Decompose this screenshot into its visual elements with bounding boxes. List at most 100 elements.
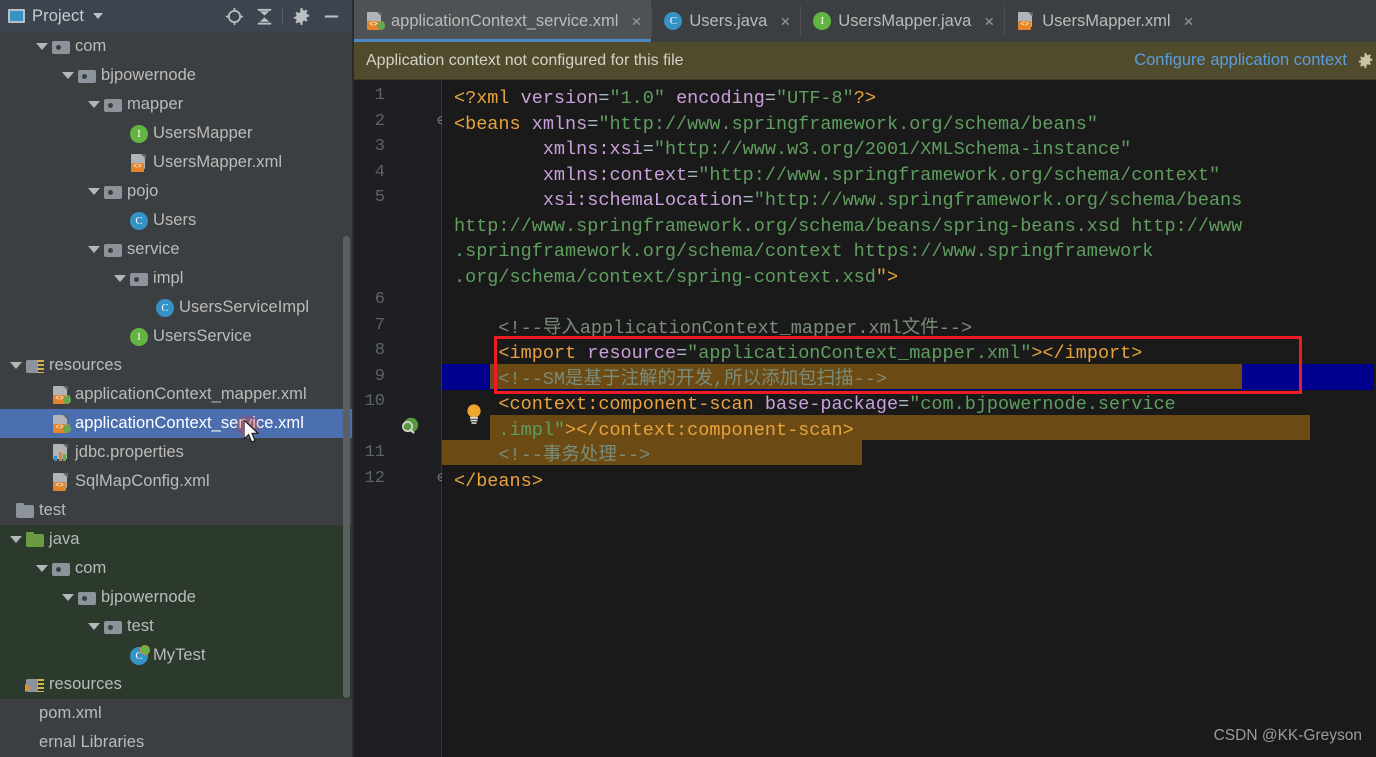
chevron-down-icon[interactable]: [62, 72, 74, 79]
tree-item-label: MyTest: [153, 646, 206, 664]
gear-icon[interactable]: [286, 1, 316, 31]
editor-tab-users-java[interactable]: C Users.java ×: [652, 0, 800, 42]
tree-item-label: com: [75, 37, 107, 55]
project-panel-title-group[interactable]: Project: [8, 7, 219, 26]
code-line: .springframework.org/schema/context http…: [454, 239, 1153, 265]
editor-tab-usersmapper-java[interactable]: I UsersMapper.java ×: [801, 0, 1004, 42]
tree-item-label: bjpowernode: [101, 66, 197, 84]
code-token: resource: [587, 343, 677, 364]
chevron-down-icon[interactable]: [88, 246, 100, 253]
tree-item-mytest[interactable]: C MyTest: [0, 641, 352, 670]
tree-item-label: java: [49, 530, 80, 548]
code-editor[interactable]: 123456789101112⊖⊖ <?xml version="1.0" en…: [354, 80, 1376, 757]
tree-item-applicationcontext-service-xml[interactable]: <> applicationContext_service.xml: [0, 409, 352, 438]
code-token: </beans>: [454, 470, 543, 492]
code-token: base-package: [764, 394, 899, 415]
chevron-down-icon[interactable]: [93, 13, 104, 19]
chevron-down-icon[interactable]: [36, 43, 48, 50]
code-token: "1.0": [609, 88, 665, 109]
line-number: 9: [374, 366, 385, 386]
chevron-down-icon[interactable]: [88, 188, 100, 195]
tree-item-applicationcontext-mapper-xml[interactable]: <> applicationContext_mapper.xml: [0, 380, 352, 409]
tree-item-usersmapper[interactable]: I UsersMapper: [0, 119, 352, 148]
tree-item-label: bjpowernode: [101, 588, 197, 606]
tree-item-pom-xml[interactable]: pom.xml: [0, 699, 352, 728]
notification-actions: Configure application context: [1134, 51, 1376, 70]
tab-label: applicationContext_service.xml: [391, 11, 619, 30]
collapse-all-icon[interactable]: [249, 1, 279, 31]
code-token: =: [687, 164, 699, 186]
project-panel-toolbar: [219, 1, 346, 31]
chevron-down-icon[interactable]: [62, 594, 74, 601]
tree-item-mapper[interactable]: mapper: [0, 90, 352, 119]
editor-gutter[interactable]: 123456789101112⊖⊖: [354, 80, 447, 757]
crosshair-locate-icon[interactable]: [219, 1, 249, 31]
code-token: <beans: [454, 113, 532, 135]
tree-item-bjpowernode[interactable]: bjpowernode: [0, 61, 352, 90]
chevron-down-icon[interactable]: [36, 565, 48, 572]
tree-item-sqlmapconfig-xml[interactable]: <> SqlMapConfig.xml: [0, 467, 352, 496]
configure-application-context-link[interactable]: Configure application context: [1134, 51, 1347, 70]
tree-item-users[interactable]: C Users: [0, 206, 352, 235]
tree-item-test[interactable]: test: [0, 612, 352, 641]
code-line: .impl"></context:component-scan>: [454, 418, 853, 444]
package-folder-icon: [104, 96, 122, 114]
tree-item-com[interactable]: com: [0, 32, 352, 61]
project-tree[interactable]: com bjpowernode mapper I UsersMapper <> UsersM…: [0, 32, 352, 757]
tree-item-usersservice[interactable]: I UsersService: [0, 322, 352, 351]
chevron-down-icon[interactable]: [88, 623, 100, 630]
project-icon: [8, 9, 25, 23]
package-folder-icon: [52, 560, 70, 578]
line-number: 10: [364, 392, 385, 411]
tree-item-label: Users: [153, 211, 197, 229]
code-token: xmlns:xsi: [542, 139, 643, 160]
watermark-text: CSDN @KK-Greyson: [1213, 727, 1362, 744]
source-folder-icon: [26, 531, 44, 549]
tree-item-jdbc-properties[interactable]: jdbc.properties: [0, 438, 352, 467]
lightbulb-icon[interactable]: [464, 403, 486, 425]
tree-item-pojo[interactable]: pojo: [0, 177, 352, 206]
code-token: "com.bjpowernode.service: [909, 394, 1176, 415]
code-line: <!--SM是基于注解的开发,所以添加包扫描-->: [454, 367, 887, 393]
tree-item-bjpowernode[interactable]: bjpowernode: [0, 583, 352, 612]
tab-close-icon[interactable]: ×: [631, 13, 641, 30]
tree-item-resources[interactable]: resources: [0, 351, 352, 380]
minimize-icon[interactable]: [316, 1, 346, 31]
project-tree-scrollbar[interactable]: [343, 236, 350, 698]
code-token: http://www.springframework.org/schema/be…: [454, 215, 1243, 237]
tree-item-label: test: [39, 501, 66, 519]
code-token: .springframework.org/schema/context http…: [454, 241, 1154, 262]
notification-gear-icon[interactable]: [1357, 52, 1374, 69]
chevron-down-icon[interactable]: [10, 536, 22, 543]
editor-tab-applicationcontext-service-xml[interactable]: <> applicationContext_service.xml ×: [354, 0, 652, 42]
tree-item-impl[interactable]: impl: [0, 264, 352, 293]
tree-item-usersmapper-xml[interactable]: <> UsersMapper.xml: [0, 148, 352, 177]
tree-item-resources[interactable]: resources: [0, 670, 352, 699]
code-line: <?xml version="1.0" encoding="UTF-8"?>: [454, 86, 876, 112]
code-token: =: [742, 190, 754, 211]
package-folder-icon: [52, 38, 70, 56]
tab-close-icon[interactable]: ×: [984, 13, 994, 30]
tree-item-com[interactable]: com: [0, 554, 352, 583]
code-token: ></import>: [1031, 343, 1143, 364]
code-line: </beans>: [454, 469, 543, 495]
tree-item-label: UsersService: [153, 327, 252, 345]
package-folder-icon: [104, 241, 122, 259]
tree-item-service[interactable]: service: [0, 235, 352, 264]
tree-item-test[interactable]: test: [0, 496, 352, 525]
spring-bean-gutter-icon[interactable]: [400, 416, 420, 436]
tree-item-usersserviceimpl[interactable]: C UsersServiceImpl: [0, 293, 352, 322]
tree-item-java[interactable]: java: [0, 525, 352, 554]
code-token: ?>: [853, 88, 876, 109]
chevron-down-icon[interactable]: [10, 362, 22, 369]
tab-close-icon[interactable]: ×: [1184, 13, 1194, 30]
chevron-down-icon[interactable]: [88, 101, 100, 108]
tree-item-ernal-libraries[interactable]: ernal Libraries: [0, 728, 352, 757]
code-line: xsi:schemaLocation="http://www.springfra…: [454, 188, 1242, 214]
code-content[interactable]: <?xml version="1.0" encoding="UTF-8"?> <b…: [442, 80, 1376, 757]
chevron-down-icon[interactable]: [114, 275, 126, 282]
editor-tab-usersmapper-xml[interactable]: <> UsersMapper.xml ×: [1005, 0, 1203, 42]
java-interface-icon: I: [130, 124, 148, 143]
tab-close-icon[interactable]: ×: [780, 13, 790, 30]
code-token: "applicationContext_mapper.xml": [687, 343, 1032, 364]
